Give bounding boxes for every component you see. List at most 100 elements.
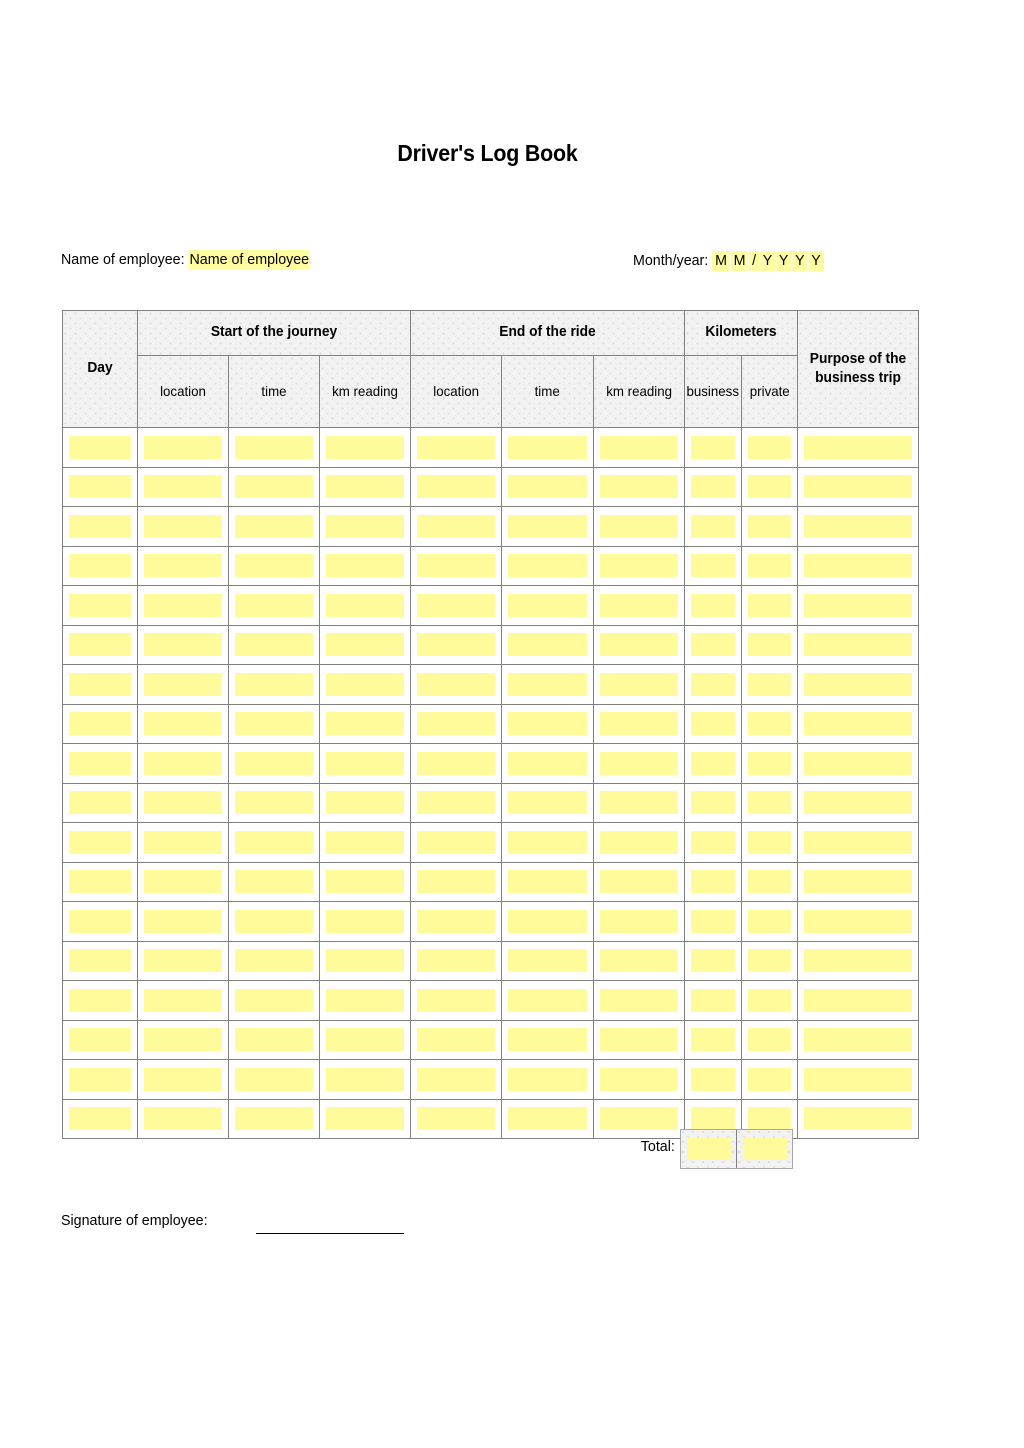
cell-day[interactable] (62, 861, 138, 902)
cell-input-km_private[interactable] (747, 988, 791, 1012)
cell-km_business[interactable] (684, 624, 742, 665)
cell-end_location[interactable] (409, 703, 503, 744)
cell-purpose[interactable] (797, 1019, 919, 1060)
cell-km_private[interactable] (740, 1019, 798, 1060)
cell-km_business[interactable] (684, 466, 742, 507)
cell-input-end_time[interactable] (508, 1107, 587, 1131)
cell-input-day[interactable] (69, 909, 131, 933)
cell-input-end_time[interactable] (508, 554, 587, 578)
cell-end_location[interactable] (409, 822, 503, 863)
cell-km_business[interactable] (684, 703, 742, 744)
cell-km_private[interactable] (740, 427, 798, 468)
cell-end_time[interactable] (501, 703, 594, 744)
total-business-cell[interactable] (681, 1130, 736, 1168)
cell-end_km[interactable] (592, 861, 686, 902)
cell-start_time[interactable] (228, 703, 320, 744)
month-year-char-0[interactable]: M (712, 251, 730, 271)
cell-end_time[interactable] (501, 585, 594, 626)
cell-input-km_private[interactable] (747, 1067, 791, 1091)
cell-input-start_time[interactable] (235, 514, 313, 538)
cell-input-purpose[interactable] (804, 830, 912, 854)
cell-input-end_time[interactable] (508, 949, 587, 973)
cell-day[interactable] (62, 427, 138, 468)
cell-input-km_business[interactable] (691, 514, 735, 538)
cell-km_private[interactable] (740, 1059, 798, 1100)
cell-input-km_business[interactable] (691, 672, 735, 696)
cell-start_location[interactable] (137, 585, 229, 626)
cell-day[interactable] (62, 743, 138, 784)
cell-start_time[interactable] (228, 782, 320, 823)
cell-purpose[interactable] (797, 664, 919, 705)
cell-input-end_location[interactable] (417, 949, 496, 973)
cell-start_time[interactable] (228, 980, 320, 1021)
cell-input-start_location[interactable] (144, 1107, 222, 1131)
cell-input-km_business[interactable] (691, 475, 735, 499)
cell-start_time[interactable] (228, 1019, 320, 1060)
cell-input-start_km[interactable] (326, 949, 404, 973)
cell-end_km[interactable] (592, 743, 686, 784)
cell-purpose[interactable] (797, 545, 919, 586)
cell-end_location[interactable] (409, 1019, 503, 1060)
cell-start_location[interactable] (137, 624, 229, 665)
cell-input-start_time[interactable] (235, 554, 313, 578)
cell-purpose[interactable] (797, 585, 919, 626)
cell-end_time[interactable] (501, 940, 594, 981)
cell-start_time[interactable] (228, 624, 320, 665)
cell-start_location[interactable] (137, 664, 229, 705)
cell-input-start_time[interactable] (235, 1028, 313, 1052)
cell-day[interactable] (62, 980, 138, 1021)
cell-day[interactable] (62, 703, 138, 744)
cell-input-day[interactable] (69, 830, 131, 854)
cell-start_time[interactable] (228, 901, 320, 942)
cell-input-start_km[interactable] (326, 988, 404, 1012)
cell-end_km[interactable] (592, 545, 686, 586)
cell-start_location[interactable] (137, 545, 229, 586)
cell-end_km[interactable] (592, 1059, 686, 1100)
cell-input-km_business[interactable] (691, 1107, 735, 1131)
cell-input-start_time[interactable] (235, 949, 313, 973)
cell-input-purpose[interactable] (804, 909, 912, 933)
cell-purpose[interactable] (797, 743, 919, 784)
cell-input-km_business[interactable] (691, 909, 735, 933)
cell-input-start_time[interactable] (235, 672, 313, 696)
cell-start_time[interactable] (228, 506, 320, 547)
cell-start_km[interactable] (319, 743, 411, 784)
cell-start_location[interactable] (137, 901, 229, 942)
cell-input-day[interactable] (69, 554, 131, 578)
cell-end_time[interactable] (501, 743, 594, 784)
cell-input-end_location[interactable] (417, 514, 496, 538)
cell-day[interactable] (62, 822, 138, 863)
cell-input-day[interactable] (69, 988, 131, 1012)
cell-input-start_location[interactable] (144, 712, 222, 736)
cell-input-end_km[interactable] (599, 909, 678, 933)
cell-input-km_private[interactable] (747, 514, 791, 538)
cell-input-km_private[interactable] (747, 830, 791, 854)
cell-start_time[interactable] (228, 545, 320, 586)
cell-input-purpose[interactable] (804, 672, 912, 696)
cell-start_km[interactable] (319, 427, 411, 468)
cell-input-start_location[interactable] (144, 1028, 222, 1052)
total-private-value[interactable] (742, 1138, 787, 1160)
cell-input-day[interactable] (69, 514, 131, 538)
cell-input-end_time[interactable] (508, 870, 587, 894)
cell-day[interactable] (62, 466, 138, 507)
cell-input-start_km[interactable] (326, 514, 404, 538)
cell-start_location[interactable] (137, 743, 229, 784)
cell-input-end_location[interactable] (417, 830, 496, 854)
cell-input-start_location[interactable] (144, 988, 222, 1012)
cell-km_private[interactable] (740, 545, 798, 586)
cell-input-start_time[interactable] (235, 633, 313, 657)
cell-input-end_km[interactable] (599, 593, 678, 617)
cell-km_private[interactable] (740, 624, 798, 665)
cell-input-km_private[interactable] (747, 672, 791, 696)
cell-input-start_location[interactable] (144, 475, 222, 499)
cell-end_km[interactable] (592, 585, 686, 626)
cell-input-km_business[interactable] (691, 633, 735, 657)
cell-input-purpose[interactable] (804, 554, 912, 578)
cell-km_business[interactable] (684, 1059, 742, 1100)
cell-start_time[interactable] (228, 664, 320, 705)
cell-km_business[interactable] (684, 664, 742, 705)
cell-input-km_business[interactable] (691, 593, 735, 617)
cell-day[interactable] (62, 1019, 138, 1060)
cell-input-end_location[interactable] (417, 593, 496, 617)
